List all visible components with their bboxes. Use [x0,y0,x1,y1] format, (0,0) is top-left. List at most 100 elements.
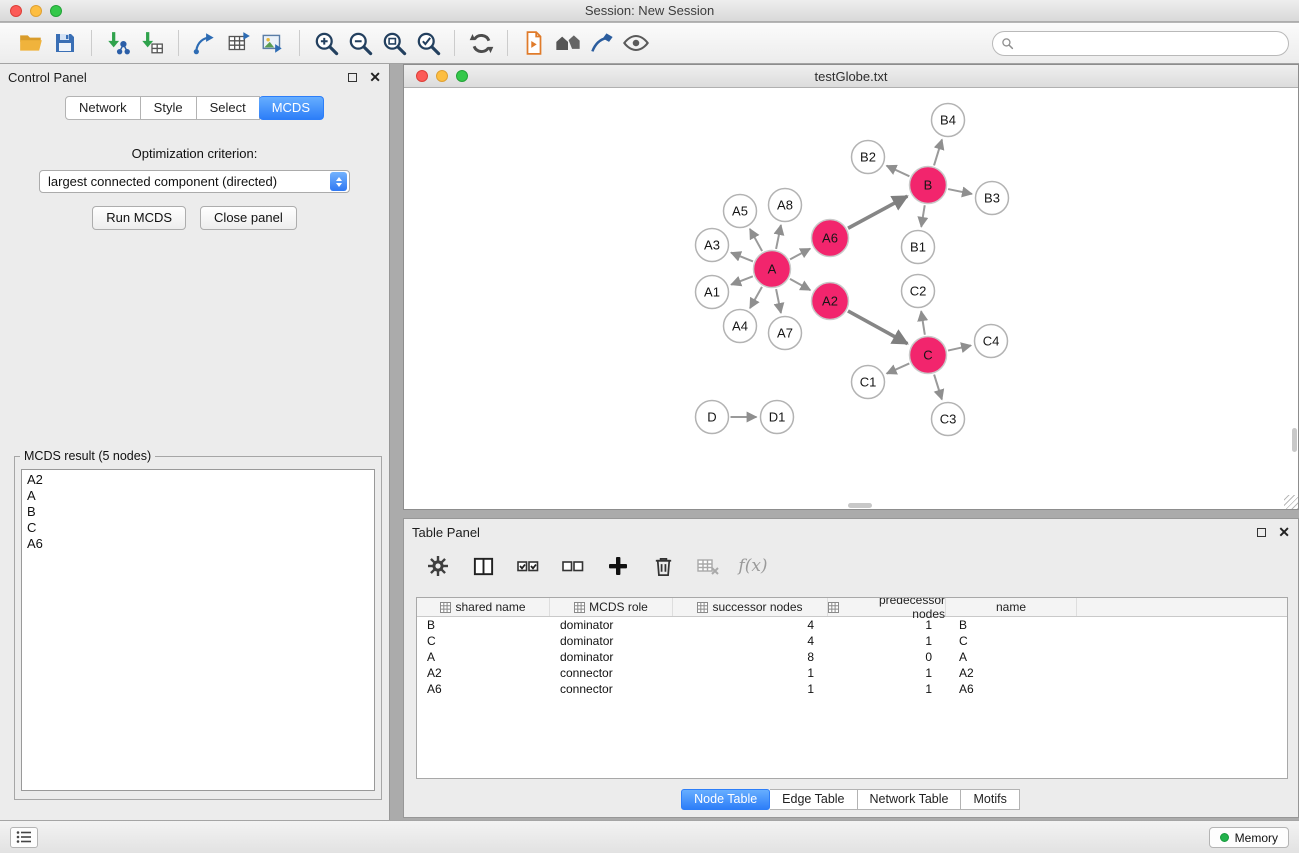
zoom-in-button[interactable] [309,27,343,59]
table-row[interactable]: A dominator 8 0 A [417,649,1287,665]
zoom-fit-button[interactable] [377,27,411,59]
minimize-network-window-button[interactable] [436,70,448,82]
result-item[interactable]: A [22,488,374,504]
network-edge[interactable] [887,166,910,177]
open-session-button[interactable] [14,27,48,59]
network-node[interactable]: A [754,251,791,288]
cell-mcds-role[interactable]: connector [550,682,673,696]
result-item[interactable]: C [22,520,374,536]
show-details-button[interactable] [619,27,653,59]
save-session-button[interactable] [48,27,82,59]
network-edge[interactable] [790,279,810,290]
import-network-file-button[interactable] [101,27,135,59]
network-node[interactable]: A3 [696,229,729,262]
cell-mcds-role[interactable]: dominator [550,634,673,648]
close-app-button[interactable] [10,5,22,17]
cell-predecessor-nodes[interactable]: 1 [828,618,946,632]
network-edge[interactable] [948,189,972,194]
zoom-app-button[interactable] [50,5,62,17]
close-network-window-button[interactable] [416,70,428,82]
table-mode-button[interactable] [422,550,454,582]
tab-motifs[interactable]: Motifs [961,789,1019,810]
network-node[interactable]: C3 [932,403,965,436]
cell-successor-nodes[interactable]: 4 [673,618,828,632]
network-node[interactable]: A7 [769,317,802,350]
cell-successor-nodes[interactable]: 8 [673,650,828,664]
network-canvas[interactable]: B4B2BB3A5A8A6A3AB1A1A2C2A4A7C4CC1DD1C3 [404,88,1298,509]
cell-shared-name[interactable]: A [417,650,550,664]
network-edge[interactable] [731,253,753,262]
cell-shared-name[interactable]: A6 [417,682,550,696]
search-input[interactable] [1019,36,1280,51]
cell-mcds-role[interactable]: dominator [550,650,673,664]
function-builder-button[interactable]: f(x) [737,550,769,582]
cell-shared-name[interactable]: A2 [417,666,550,680]
delete-table-button[interactable] [692,550,724,582]
cell-name[interactable]: A2 [946,666,1077,680]
network-horizontal-scrollbar[interactable] [848,503,872,508]
resize-grip[interactable] [1284,495,1298,509]
delete-columns-button[interactable] [647,550,679,582]
network-vertical-scrollbar[interactable] [1292,428,1297,452]
refresh-layout-button[interactable] [464,27,498,59]
result-item[interactable]: B [22,504,374,520]
network-edge[interactable] [848,196,907,228]
create-column-button[interactable] [602,550,634,582]
cell-mcds-role[interactable]: dominator [550,618,673,632]
cell-predecessor-nodes[interactable]: 0 [828,650,946,664]
memory-button[interactable]: Memory [1209,827,1289,848]
cell-shared-name[interactable]: B [417,618,550,632]
cell-name[interactable]: A [946,650,1077,664]
open-recent-file-button[interactable] [517,27,551,59]
close-table-panel-icon[interactable]: ✕ [1278,526,1290,538]
show-columns-button[interactable] [467,550,499,582]
network-node[interactable]: A6 [812,220,849,257]
network-node[interactable]: D [696,401,729,434]
network-graph[interactable]: B4B2BB3A5A8A6A3AB1A1A2C2A4A7C4CC1DD1C3 [404,88,1298,508]
network-node[interactable]: B4 [932,104,965,137]
cell-successor-nodes[interactable]: 4 [673,634,828,648]
table-row[interactable]: B dominator 4 1 B [417,617,1287,633]
network-node[interactable]: A8 [769,189,802,222]
network-edge[interactable] [776,289,781,313]
new-network-button[interactable] [188,27,222,59]
network-overview-button[interactable] [551,27,585,59]
table-row[interactable]: C dominator 4 1 C [417,633,1287,649]
zoom-selected-button[interactable] [411,27,445,59]
close-panel-icon[interactable]: ✕ [369,71,381,83]
import-table-file-button[interactable] [135,27,169,59]
network-edge[interactable] [948,345,971,350]
network-edge[interactable] [750,287,762,308]
tab-network[interactable]: Network [65,96,141,120]
cell-name[interactable]: B [946,618,1077,632]
network-node[interactable]: A2 [812,283,849,320]
cell-name[interactable]: A6 [946,682,1077,696]
zoom-network-window-button[interactable] [456,70,468,82]
network-edge[interactable] [848,311,907,344]
column-header-predecessor-nodes[interactable]: predecessor nodes [828,598,946,616]
column-header-shared-name[interactable]: shared name [417,598,550,616]
cell-predecessor-nodes[interactable]: 1 [828,666,946,680]
task-history-button[interactable] [10,827,38,848]
network-node[interactable]: B2 [852,141,885,174]
cell-name[interactable]: C [946,634,1077,648]
tab-network-table[interactable]: Network Table [858,789,962,810]
network-node[interactable]: B [910,167,947,204]
network-edge[interactable] [887,363,910,373]
deselect-all-button[interactable] [557,550,589,582]
new-table-button[interactable] [222,27,256,59]
network-node[interactable]: A5 [724,195,757,228]
network-node[interactable]: A4 [724,310,757,343]
network-edge[interactable] [921,311,925,334]
mcds-result-list[interactable]: A2 A B C A6 [21,469,375,791]
network-edge[interactable] [790,249,810,260]
network-node[interactable]: C2 [902,275,935,308]
network-node[interactable]: C4 [975,325,1008,358]
network-node[interactable]: B1 [902,231,935,264]
close-panel-button[interactable]: Close panel [200,206,297,230]
column-header-mcds-role[interactable]: MCDS role [550,598,673,616]
network-node[interactable]: C1 [852,366,885,399]
column-header-name[interactable]: name [946,598,1077,616]
select-all-button[interactable] [512,550,544,582]
network-edge[interactable] [934,375,942,400]
